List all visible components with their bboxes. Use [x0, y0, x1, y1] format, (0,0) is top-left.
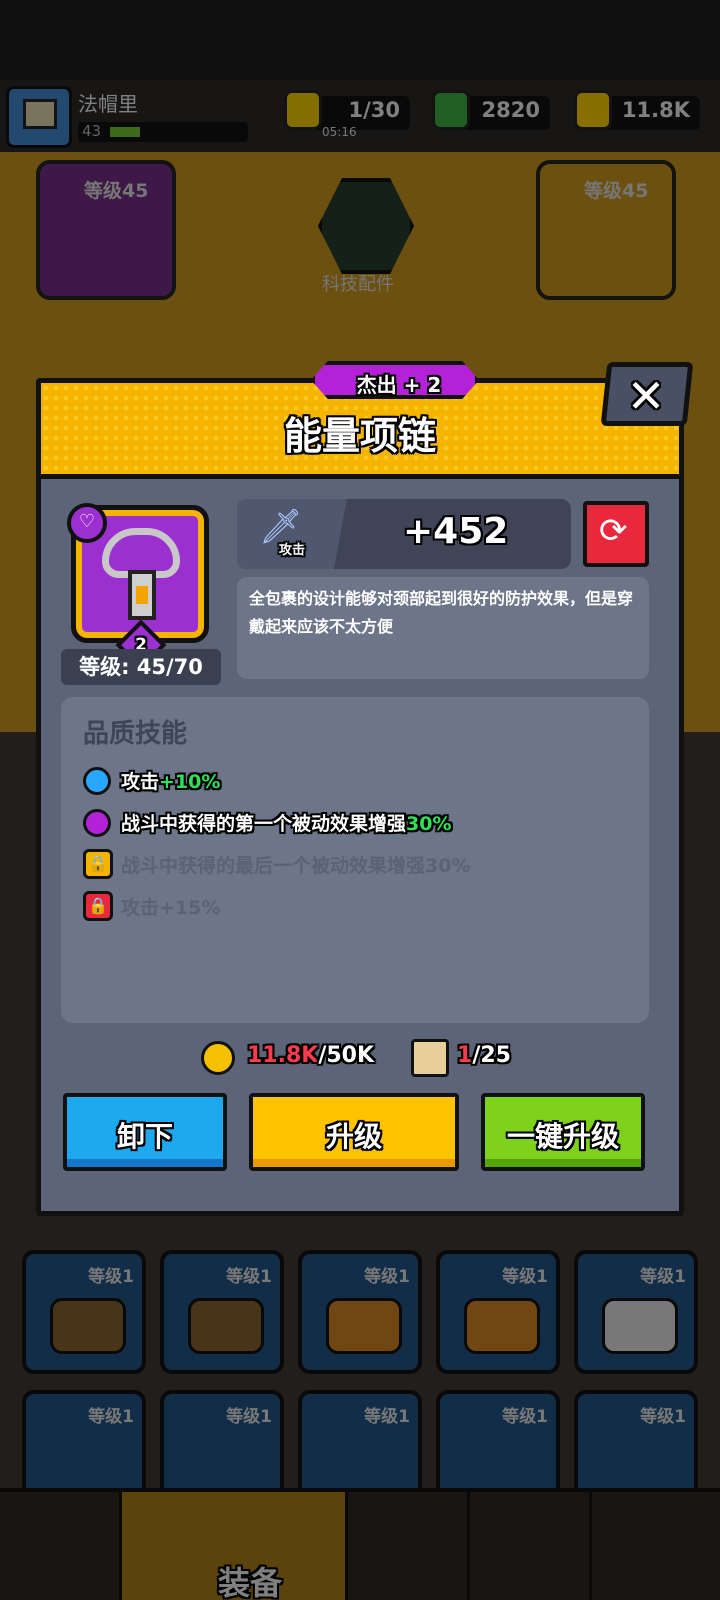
item-name: 能量项链 — [283, 414, 436, 458]
coin-cost: 11.8K/50K — [247, 1043, 374, 1068]
rarity-tag: 杰出 + 2 — [311, 361, 479, 399]
close-button[interactable]: ✕ — [600, 362, 694, 426]
skill-bonus: +10% — [159, 771, 221, 793]
lock-icon: 🔒 — [83, 849, 113, 879]
upgrade-cost: 11.8K/50K 1/25 — [201, 1039, 541, 1079]
skill-text: 战斗中获得的最后一个被动效果增强30% — [121, 855, 471, 877]
skill-text: 战斗中获得的第一个被动效果增强 — [121, 813, 407, 835]
item-description: 全包裹的设计能够对颈部起到很好的防护效果，但是穿戴起来应该不太方便 — [237, 577, 649, 679]
coin-have: 11.8K — [247, 1043, 319, 1068]
skill-text: 攻击+15% — [121, 897, 221, 919]
upgrade-label: 升级 — [325, 1120, 382, 1153]
stat-box: 🗡 攻击 +452 — [237, 499, 571, 569]
refresh-icon: ⟳ — [599, 511, 628, 551]
scroll-cost: 1/25 — [457, 1043, 511, 1068]
stat-value: +452 — [403, 511, 509, 552]
coin-need: /50K — [318, 1043, 375, 1068]
skill-blue-dot-icon — [83, 767, 111, 795]
upgrade-button[interactable]: 升级 — [249, 1093, 459, 1171]
item-detail-dialog: 能量项链 杰出 + 2 ♡ 2 等级: 45/70 🗡 攻击 +452 ⟳ 全包… — [36, 361, 684, 1216]
skill-bonus: 30% — [406, 813, 452, 835]
skill-text: 攻击 — [121, 771, 160, 793]
blueprint-scroll-icon — [411, 1039, 449, 1077]
close-icon: ✕ — [626, 369, 666, 423]
scroll-need: /25 — [472, 1043, 511, 1068]
reroll-button[interactable]: ⟳ — [583, 501, 649, 567]
lock-icon: 🔒 — [83, 891, 113, 921]
unequip-label: 卸下 — [116, 1120, 173, 1153]
unequip-button[interactable]: 卸下 — [63, 1093, 227, 1171]
rarity-label: 杰出 + 2 — [356, 373, 442, 397]
stat-label: 攻击 — [279, 543, 306, 558]
item-level: 等级: 45/70 — [61, 649, 221, 685]
scroll-have: 1 — [457, 1043, 473, 1068]
skill-purple-dot-icon — [83, 809, 111, 837]
one-click-upgrade-label: 一键升级 — [506, 1120, 619, 1153]
necklace-type-icon: ♡ — [67, 503, 107, 543]
coin-icon — [201, 1041, 235, 1075]
quality-skills-title: 品质技能 — [83, 719, 188, 749]
one-click-upgrade-button[interactable]: 一键升级 — [481, 1093, 645, 1171]
necklace-pendant — [128, 570, 156, 620]
quality-skills-panel: 品质技能 攻击+10% 战斗中获得的第一个被动效果增强30% 🔒 战斗中获得的最… — [61, 697, 649, 1023]
